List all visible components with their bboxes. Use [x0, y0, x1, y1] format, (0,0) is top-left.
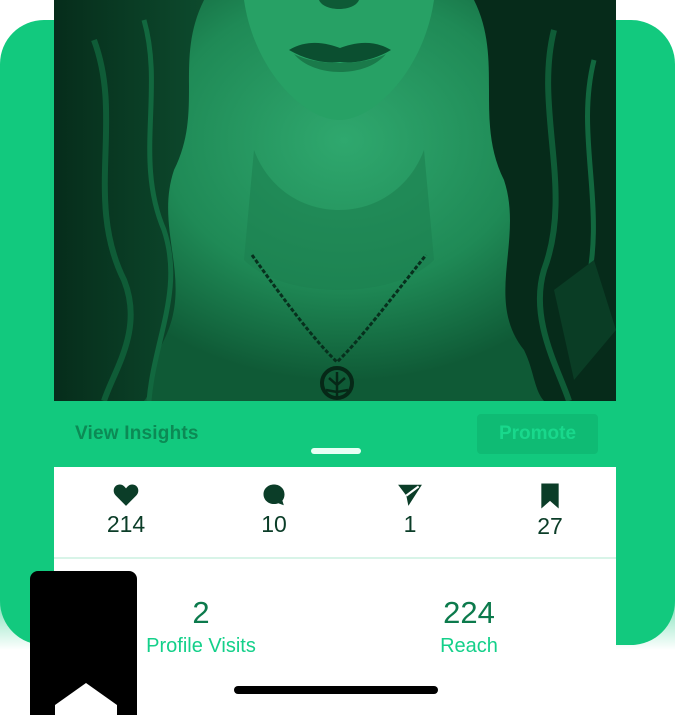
post-image [54, 0, 616, 401]
heart-icon [113, 484, 139, 506]
likes-count: 214 [106, 511, 146, 537]
send-icon [398, 484, 422, 506]
saves-count: 27 [537, 513, 563, 539]
view-insights-link[interactable]: View Insights [75, 423, 199, 445]
bookmark-notch-base [55, 705, 117, 715]
saves-stat[interactable]: 27 [505, 483, 595, 540]
sheet-drag-handle[interactable] [311, 448, 361, 454]
bookmark-icon [541, 483, 559, 509]
comment-icon [263, 484, 285, 506]
shares-stat[interactable]: 1 [365, 483, 455, 538]
shares-count: 1 [403, 511, 417, 537]
comments-count: 10 [261, 511, 287, 537]
comments-stat[interactable]: 10 [229, 483, 319, 538]
engagement-stats-row: 214 10 1 27 [54, 467, 616, 559]
phone-screen: View Insights Promote 214 10 1 27 2 Prof… [54, 0, 616, 715]
insights-detail: 2 Profile Visits 224 Reach [54, 561, 616, 715]
bookmark-badge [30, 571, 137, 715]
home-indicator[interactable] [234, 686, 438, 694]
reach-value: 224 [443, 595, 495, 630]
reach-label: Reach [440, 635, 498, 657]
likes-stat[interactable]: 214 [81, 483, 171, 538]
reach-metric: 224 Reach [369, 595, 569, 658]
insights-bar: View Insights Promote [54, 401, 616, 467]
bookmark-notch [55, 683, 117, 705]
promote-button[interactable]: Promote [477, 414, 598, 454]
